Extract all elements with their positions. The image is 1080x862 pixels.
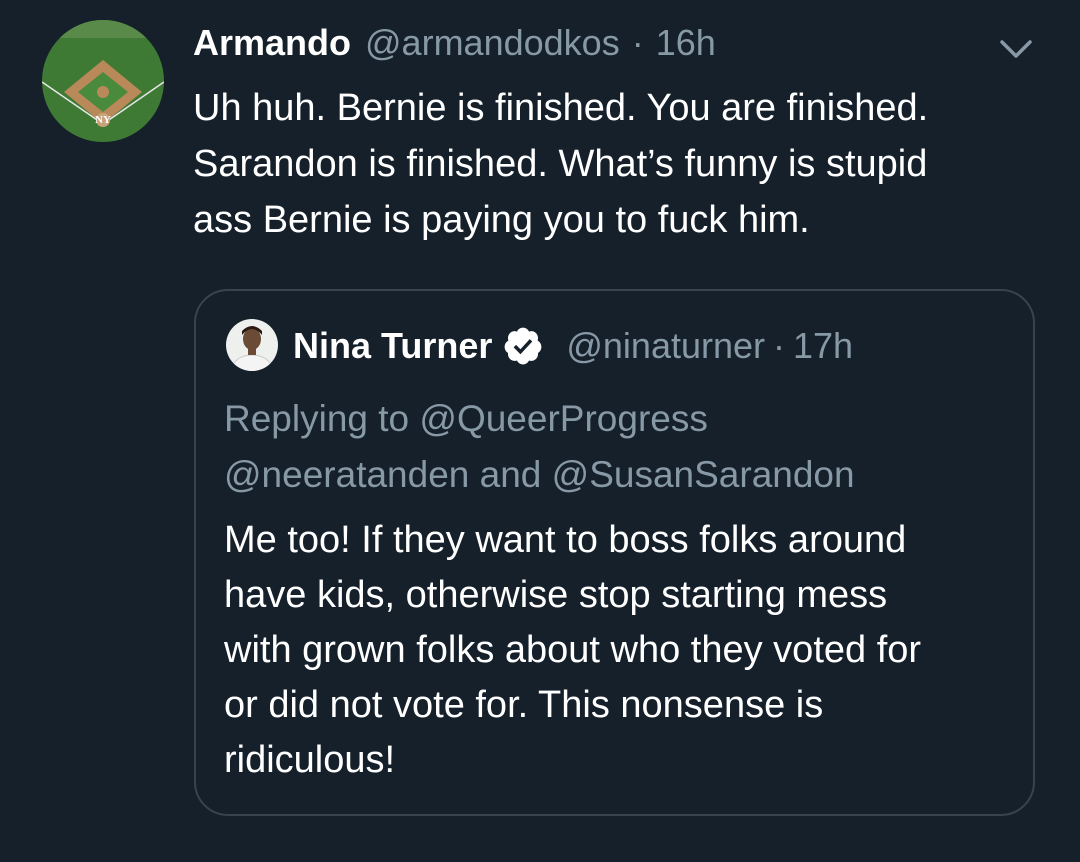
quoted-timestamp[interactable]: 17h [793,325,853,367]
chevron-down-icon[interactable] [996,34,1036,62]
author-name[interactable]: Armando [193,22,351,64]
quoted-text-line: have kids, otherwise stop starting mess [224,574,888,616]
quoted-text-line: or did not vote for. This nonsense is [224,684,824,726]
quoted-tweet-header: Nina Turner @ninaturner · 17h [293,321,853,371]
tweet-text-line: Uh huh. Bernie is finished. You are fini… [193,87,929,129]
tweet-text-line: ass Bernie is paying you to fuck him. [193,199,810,241]
quoted-text-line: Me too! If they want to boss folks aroun… [224,519,907,561]
replying-to-line: @neeratanden and @SusanSarandon [224,454,855,495]
author-avatar[interactable]: NY [42,20,164,142]
quoted-author-avatar[interactable] [226,319,278,371]
tweet-timestamp[interactable]: 16h [656,22,716,64]
person-avatar-icon [226,319,278,371]
tweet-header: Armando @armandodkos · 16h [193,22,716,72]
tweet[interactable]: NY Armando @armandodkos · 16h Uh huh. Be… [0,0,1080,862]
author-handle[interactable]: @armandodkos [365,22,620,64]
replying-to: Replying to @QueerProgress @neeratanden … [224,391,1014,503]
quoted-tweet-text: Me too! If they want to boss folks aroun… [224,513,1024,788]
verified-badge-icon [504,327,542,365]
quoted-header-separator: · [773,325,786,366]
baseball-field-avatar-icon: NY [42,20,164,142]
quoted-author-name[interactable]: Nina Turner [293,325,492,367]
quoted-text-line: ridiculous! [224,739,396,781]
header-separator: · [631,22,644,63]
quoted-author-handle[interactable]: @ninaturner [566,325,765,367]
svg-text:NY: NY [95,114,111,126]
quoted-tweet[interactable]: Nina Turner @ninaturner · 17h Replying t… [194,289,1035,816]
replying-to-line: Replying to @QueerProgress [224,398,708,439]
quoted-text-line: with grown folks about who they voted fo… [224,629,922,671]
tweet-text: Uh huh. Bernie is finished. You are fini… [193,80,1033,248]
tweet-text-line: Sarandon is finished. What’s funny is st… [193,143,928,185]
